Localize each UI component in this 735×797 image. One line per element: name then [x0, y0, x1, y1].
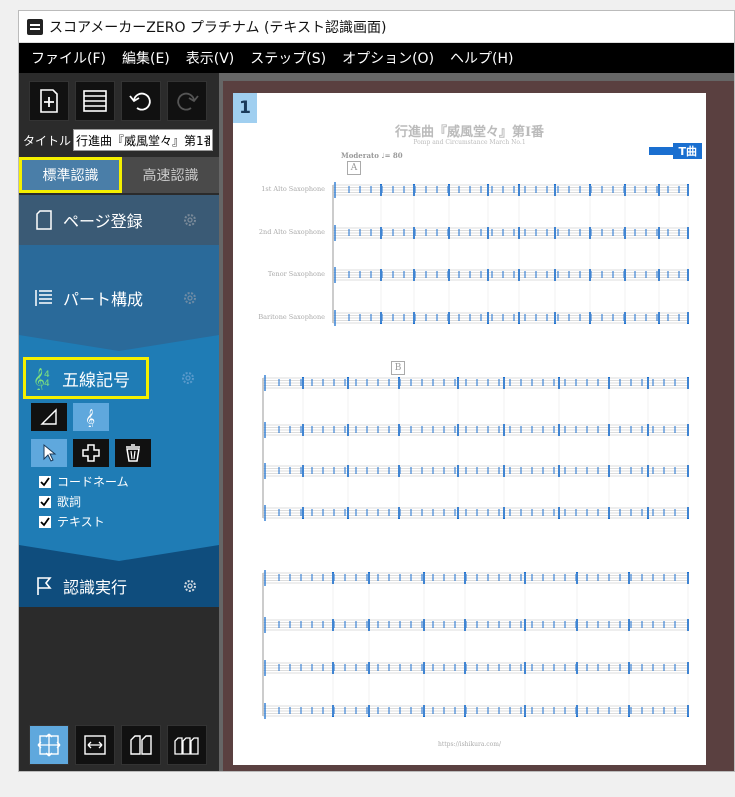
gear-icon[interactable]	[179, 369, 197, 387]
menu-bar: ファイル(F) 編集(E) 表示(V) ステップ(S) オプション(O) ヘルプ…	[19, 43, 734, 73]
title-bar: スコアメーカーZERO プラチナム (テキスト認識画面)	[19, 11, 734, 43]
redo-button[interactable]	[167, 81, 207, 121]
flag-icon	[33, 575, 55, 597]
move-arrows-icon	[37, 733, 61, 757]
title-row: タイトル	[23, 129, 217, 151]
clef-tool-button[interactable]: 𝄞	[73, 403, 109, 431]
step-page-register-label: ページ登録	[63, 212, 143, 231]
gear-icon[interactable]	[181, 289, 199, 307]
fit-width-icon	[84, 735, 106, 755]
gear-icon[interactable]	[181, 577, 199, 595]
parts-list-icon	[33, 287, 55, 309]
list-icon	[83, 90, 107, 112]
trash-icon	[126, 444, 140, 462]
check-icon	[39, 495, 51, 508]
two-page-button[interactable]	[121, 725, 161, 765]
undo-icon	[129, 92, 151, 111]
page-icon	[33, 209, 55, 231]
chord-name-label: コードネーム	[57, 475, 129, 489]
document-background: 1 行進曲『威風堂々』第Ⅰ番 Pomp and Circumstance Mar…	[223, 81, 734, 771]
two-pages-icon	[130, 735, 152, 755]
top-toolbar	[29, 81, 207, 121]
gear-icon[interactable]	[181, 211, 199, 229]
step-part-structure-label: パート構成	[63, 290, 144, 309]
check-icon	[39, 515, 51, 528]
hairpin-icon	[40, 408, 57, 425]
lyrics-label: 歌詞	[57, 495, 82, 509]
app-icon	[27, 18, 43, 35]
title-input[interactable]	[73, 129, 213, 151]
three-pages-icon	[174, 737, 199, 755]
step-run-recognition-label: 認識実行	[63, 578, 128, 597]
redo-icon	[177, 92, 199, 111]
check-icon	[39, 475, 51, 488]
lyrics-checkbox[interactable]: 歌詞	[39, 493, 81, 510]
chord-name-checkbox[interactable]: コードネーム	[39, 473, 129, 490]
footer-url: https://ishikura.com/	[438, 741, 501, 748]
menu-edit[interactable]: 編集(E)	[114, 48, 178, 68]
svg-text:𝄞: 𝄞	[85, 409, 95, 427]
symbol-type-row: 𝄞	[31, 403, 109, 431]
fit-page-button[interactable]	[29, 725, 69, 765]
delete-tool-button[interactable]	[115, 439, 151, 467]
clef-icon: 𝄞	[85, 409, 95, 427]
fit-width-button[interactable]	[75, 725, 115, 765]
menu-file[interactable]: ファイル(F)	[23, 48, 114, 68]
step-staff-symbols-label: 五線記号	[62, 370, 130, 391]
step-staff-symbols[interactable]: 𝄞 4 4 五線記号	[23, 357, 149, 399]
tab-standard-recognition[interactable]: 標準認識	[19, 157, 122, 193]
menu-view[interactable]: 表示(V)	[178, 48, 243, 68]
menu-step[interactable]: ステップ(S)	[242, 48, 334, 68]
menu-help[interactable]: ヘルプ(H)	[442, 48, 521, 68]
svg-text:4: 4	[44, 379, 50, 389]
view-toolbar	[29, 725, 207, 765]
app-window: スコアメーカーZERO プラチナム (テキスト認識画面) ファイル(F) 編集(…	[18, 10, 735, 772]
add-page-icon	[40, 89, 58, 113]
select-tool-button[interactable]	[31, 439, 67, 467]
undo-button[interactable]	[121, 81, 161, 121]
plus-icon	[82, 444, 100, 462]
text-label: テキスト	[57, 515, 105, 529]
three-page-button[interactable]	[167, 725, 207, 765]
treble-clef-icon: 𝄞 44	[33, 367, 50, 390]
step-page-register[interactable]: ページ登録	[19, 195, 219, 245]
sidebar: タイトル 標準認識 高速認識 ページ登録 パート構成 𝄞44 五	[19, 73, 219, 771]
step-part-structure[interactable]: パート構成	[19, 245, 219, 335]
list-button[interactable]	[75, 81, 115, 121]
score-page[interactable]: 1 行進曲『威風堂々』第Ⅰ番 Pomp and Circumstance Mar…	[233, 93, 706, 765]
title-label: タイトル	[23, 133, 72, 148]
mode-tabs: 標準認識 高速認識	[19, 157, 219, 193]
menu-options[interactable]: オプション(O)	[334, 48, 442, 68]
new-page-button[interactable]	[29, 81, 69, 121]
text-checkbox[interactable]: テキスト	[39, 513, 105, 530]
staff-notation	[262, 182, 689, 719]
window-title: スコアメーカーZERO プラチナム (テキスト認識画面)	[49, 19, 387, 36]
tab-fast-recognition[interactable]: 高速認識	[122, 157, 219, 193]
add-tool-button[interactable]	[73, 439, 109, 467]
hairpin-tool-button[interactable]	[31, 403, 67, 431]
cursor-icon	[43, 443, 57, 462]
score-canvas[interactable]: 1 行進曲『威風堂々』第Ⅰ番 Pomp and Circumstance Mar…	[219, 73, 734, 771]
edit-tool-row	[31, 439, 151, 467]
